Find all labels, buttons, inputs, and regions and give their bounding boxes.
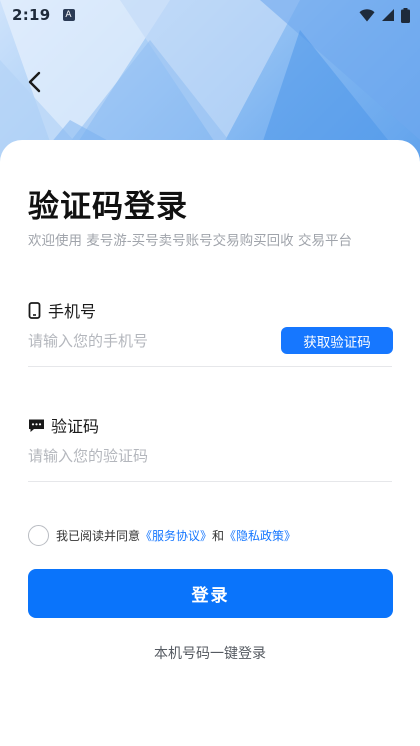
back-button[interactable] — [18, 66, 50, 98]
login-button[interactable]: 登录 — [28, 569, 393, 618]
message-icon — [29, 419, 44, 432]
phone-field-label: 手机号 — [28, 298, 96, 322]
page-title: 验证码登录 — [28, 189, 188, 225]
phone-divider — [28, 366, 392, 367]
wifi-icon — [359, 8, 375, 21]
one-key-login-link[interactable]: 本机号码一键登录 — [0, 643, 420, 663]
phone-label-text: 手机号 — [48, 302, 97, 321]
agreement-checkbox[interactable] — [28, 525, 49, 546]
signal-icon — [382, 9, 394, 21]
battery-icon — [401, 7, 410, 23]
phone-icon — [28, 301, 41, 319]
get-code-button[interactable]: 获取验证码 — [281, 327, 393, 354]
status-bar: 2:19 A — [0, 0, 420, 30]
page-subtitle: 欢迎使用 麦号游-买号卖号账号交易购买回收 交易平台 — [28, 233, 352, 249]
status-time: 2:19 — [12, 6, 51, 24]
privacy-policy-link[interactable]: 《隐私政策》 — [224, 527, 296, 544]
code-divider — [28, 481, 392, 482]
service-agreement-link[interactable]: 《服务协议》 — [140, 527, 212, 544]
status-indicator: A — [62, 9, 75, 21]
chevron-left-icon — [28, 71, 41, 93]
agreement-prefix: 我已阅读并同意 — [56, 529, 141, 543]
code-label-text: 验证码 — [51, 417, 100, 436]
code-input[interactable] — [28, 441, 392, 471]
status-icons — [359, 7, 410, 23]
code-field-label: 验证码 — [28, 413, 99, 437]
agreement-conjunction: 和 — [212, 529, 225, 543]
phone-input[interactable] — [28, 326, 273, 356]
agreement-row: 我已阅读并同意 《服务协议》 和 《隐私政策》 — [28, 525, 296, 546]
